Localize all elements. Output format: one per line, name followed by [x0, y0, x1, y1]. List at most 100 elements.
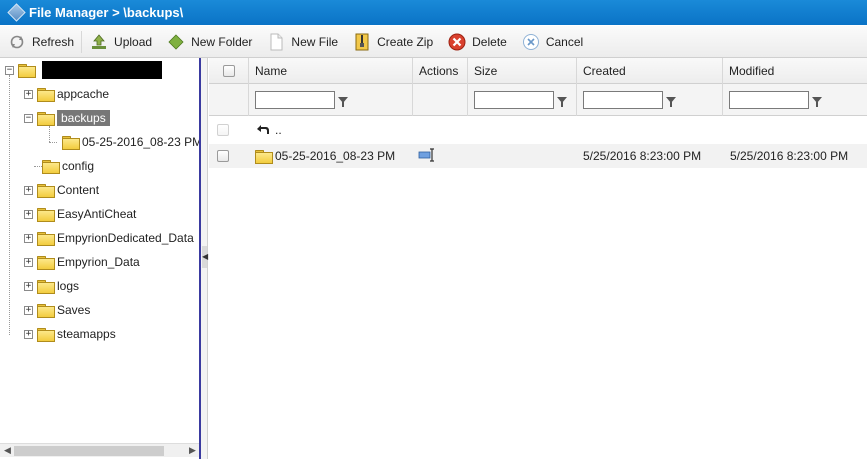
filter-cell-name — [249, 84, 413, 116]
filter-cell-created — [577, 84, 723, 116]
new-folder-button[interactable]: New Folder — [159, 28, 259, 56]
row-name-cell[interactable]: 05-25-2016_08-23 PM — [255, 144, 395, 168]
folder-icon — [37, 232, 55, 246]
file-grid: Name Actions Size Created Modified .. 05… — [209, 58, 867, 459]
tree-item-label: steamapps — [57, 327, 116, 341]
header-select-all[interactable] — [209, 58, 249, 84]
select-all-checkbox[interactable] — [222, 65, 235, 77]
tree-item-label: Content — [57, 183, 100, 197]
table-row-parent-dir[interactable]: .. — [209, 118, 867, 142]
name-filter-input[interactable] — [255, 91, 335, 109]
cancel-icon — [522, 33, 540, 51]
new-file-icon — [267, 33, 285, 51]
folder-icon — [37, 328, 55, 342]
tree-item-steamapps[interactable]: + steamapps — [24, 324, 116, 344]
folder-icon — [37, 208, 55, 222]
refresh-button[interactable]: Refresh — [0, 28, 81, 56]
upload-icon — [90, 33, 108, 51]
filter-icon[interactable] — [557, 97, 567, 107]
tree-root[interactable]: − — [5, 60, 162, 80]
tree-item-backups[interactable]: − backups — [24, 108, 110, 128]
scrollbar-thumb[interactable] — [14, 446, 164, 456]
upload-label: Upload — [114, 34, 153, 49]
tree-item-config[interactable]: config — [38, 156, 94, 176]
expand-toggle[interactable]: + — [24, 209, 33, 219]
new-folder-label: New Folder — [191, 34, 253, 49]
tree-item-content[interactable]: + Content — [24, 180, 99, 200]
expand-toggle[interactable]: + — [24, 281, 33, 291]
modified-filter-input[interactable] — [729, 91, 809, 109]
column-modified[interactable]: Modified — [723, 58, 867, 84]
folder-icon — [37, 280, 55, 294]
create-zip-label: Create Zip — [377, 34, 434, 49]
tree-item-empyrion-data[interactable]: + Empyrion_Data — [24, 252, 140, 272]
tree-item-easyanticheat[interactable]: + EasyAntiCheat — [24, 204, 136, 224]
grid-header: Name Actions Size Created Modified — [209, 58, 867, 84]
delete-label: Delete — [472, 34, 507, 49]
created-filter-input[interactable] — [583, 91, 663, 109]
collapse-toggle[interactable]: − — [5, 65, 14, 75]
expand-toggle[interactable]: + — [24, 257, 33, 267]
row-checkbox[interactable] — [217, 150, 229, 162]
tree-connector — [9, 75, 10, 335]
scroll-right-arrow-icon[interactable]: ▶ — [189, 445, 196, 456]
filter-cell-size — [468, 84, 577, 116]
rename-action-icon[interactable] — [418, 147, 436, 165]
cancel-button[interactable]: Cancel — [514, 28, 590, 56]
tree-connector — [49, 142, 57, 143]
cancel-label: Cancel — [545, 34, 584, 49]
tree-item-label: 05-25-2016_08-23 PM — [82, 135, 201, 149]
expand-toggle[interactable]: + — [24, 329, 33, 339]
collapse-toggle[interactable]: − — [24, 113, 33, 123]
pane-splitter[interactable]: ◀ — [201, 58, 208, 459]
up-level-cell[interactable]: .. — [255, 118, 282, 142]
delete-button[interactable]: Delete — [440, 28, 514, 56]
tree-item-backup-folder[interactable]: 05-25-2016_08-23 PM — [58, 132, 201, 152]
expand-toggle[interactable]: + — [24, 185, 33, 195]
folder-icon — [62, 136, 80, 150]
expand-toggle[interactable]: + — [24, 305, 33, 315]
column-name-label: Name — [255, 64, 288, 78]
expand-toggle[interactable]: + — [24, 89, 33, 99]
tree-item-empyriondedicated-data[interactable]: + EmpyrionDedicated_Data — [24, 228, 194, 248]
title-bar: File Manager > \backups\ — [0, 0, 867, 25]
tree-item-logs[interactable]: + logs — [24, 276, 79, 296]
filter-icon[interactable] — [812, 97, 822, 107]
new-folder-icon — [167, 33, 185, 51]
expand-toggle[interactable]: + — [24, 233, 33, 243]
create-zip-button[interactable]: Create Zip — [345, 28, 440, 56]
size-filter-input[interactable] — [474, 91, 554, 109]
refresh-icon — [8, 33, 26, 51]
folder-icon — [37, 112, 55, 126]
tree-item-appcache[interactable]: + appcache — [24, 84, 109, 104]
filter-row — [209, 84, 867, 116]
folder-icon — [37, 256, 55, 270]
filter-cell-actions — [413, 84, 468, 116]
scroll-left-arrow-icon[interactable]: ◀ — [4, 445, 11, 456]
new-file-button[interactable]: New File — [259, 28, 345, 56]
tree-connector — [49, 126, 50, 142]
tree-item-label: config — [62, 159, 95, 173]
row-actions-cell — [418, 144, 436, 168]
column-name[interactable]: Name — [249, 58, 413, 84]
column-created-label: Created — [583, 64, 626, 78]
column-size[interactable]: Size — [468, 58, 577, 84]
tree-item-label: appcache — [57, 87, 110, 101]
zip-icon — [353, 33, 371, 51]
filter-icon[interactable] — [666, 97, 676, 107]
upload-button[interactable]: Upload — [82, 28, 159, 56]
column-modified-label: Modified — [729, 64, 775, 78]
tree-item-label: EasyAntiCheat — [57, 207, 137, 221]
folder-icon — [37, 184, 55, 198]
toolbar: Refresh Upload New Folder New File Creat… — [0, 26, 867, 58]
row-checkbox[interactable] — [217, 124, 229, 136]
table-row[interactable]: 05-25-2016_08-23 PM 5/25/2016 8:23:00 PM… — [209, 144, 867, 168]
filter-icon[interactable] — [338, 97, 348, 107]
tree-item-label: Empyrion_Data — [57, 255, 140, 269]
collapse-pane-icon[interactable]: ◀ — [202, 246, 208, 268]
tree-item-saves[interactable]: + Saves — [24, 300, 90, 320]
filter-cell-modified — [723, 84, 867, 116]
column-created[interactable]: Created — [577, 58, 723, 84]
folder-icon — [37, 88, 55, 102]
tree-horizontal-scrollbar[interactable]: ◀ ▶ — [0, 443, 199, 457]
